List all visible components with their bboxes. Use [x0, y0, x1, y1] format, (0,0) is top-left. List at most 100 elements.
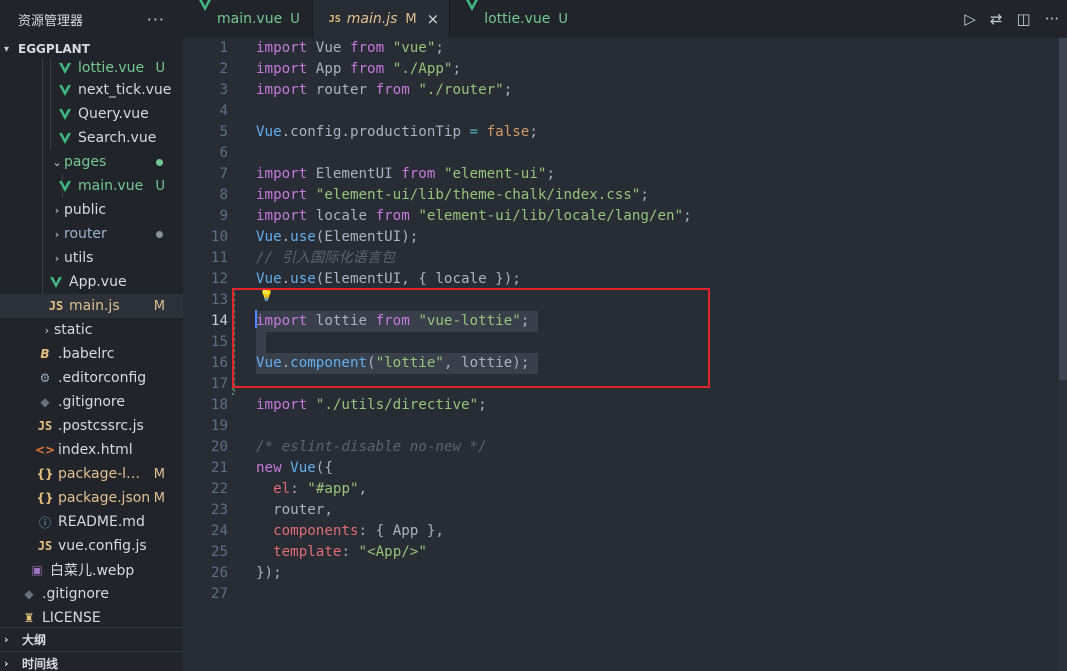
more-actions-button[interactable]: ··· [147, 10, 165, 29]
tree-item-app-vue[interactable]: App.vue [0, 270, 183, 294]
chevron-right-icon: › [54, 203, 60, 217]
vue-file-icon [466, 0, 479, 27]
compare-changes-icon[interactable]: ⇄ [990, 10, 1003, 28]
modified-dot-icon [156, 158, 163, 166]
outline-panel-header[interactable]: › 大纲 [0, 627, 183, 650]
gear-icon: ⚙ [39, 371, 51, 385]
chevron-right-icon: › [44, 323, 50, 337]
chevron-right-icon: › [54, 227, 60, 241]
json-file-icon: {} [36, 467, 54, 481]
file-tree: lottie.vue U next_tick.vue Query.vue Sea… [0, 58, 183, 630]
vue-file-icon [56, 84, 74, 96]
tree-item-next-tick-vue[interactable]: next_tick.vue [0, 78, 183, 102]
code-line: 5 Vue.config.productionTip = false; [219, 124, 538, 140]
chevron-right-icon: › [4, 632, 9, 646]
git-icon: ◆ [40, 395, 50, 409]
code-line: 22 el: "#app", [210, 481, 368, 497]
tree-folder-utils[interactable]: › utils [0, 246, 183, 270]
chevron-right-icon: › [54, 251, 60, 265]
tree-item-package-lock-json[interactable]: {} package-loc... M [0, 462, 183, 486]
js-file-icon: JS [37, 539, 53, 553]
vue-file-icon [56, 62, 74, 74]
code-line: 8 import "element-ui/lib/theme-chalk/inde… [219, 187, 649, 203]
babel-icon: B [40, 347, 50, 361]
code-line: 25 template: "<App/>" [210, 544, 427, 560]
tree-item-postcssrc-js[interactable]: JS .postcssrc.js [0, 414, 183, 438]
tree-item-main-js[interactable]: JS main.js M [0, 294, 183, 318]
split-editor-icon[interactable]: ◫ [1017, 10, 1031, 28]
editor-tabs: main.vue U JS main.js M × lottie.vue U ▷… [183, 0, 1067, 38]
js-file-icon: JS [37, 419, 53, 433]
modified-dot-icon [156, 230, 163, 238]
vue-file-icon [56, 180, 74, 192]
code-line: 16 Vue.component("lottie", lottie); [183, 353, 1067, 374]
tree-item-gitignore[interactable]: ◆ .gitignore [0, 390, 183, 414]
tree-item-babelrc[interactable]: B .babelrc [0, 342, 183, 366]
tree-item-lottie-vue[interactable]: lottie.vue U [0, 58, 183, 78]
tree-item-vue-config-js[interactable]: JS vue.config.js [0, 534, 183, 558]
code-line: 7 import ElementUI from "element-ui"; [219, 166, 555, 182]
code-editor[interactable]: 1 import Vue from "vue"; 2 import App from… [183, 38, 1067, 671]
more-actions-icon[interactable]: ··· [1045, 10, 1059, 28]
code-line: 4 [219, 103, 228, 119]
git-added-gutter [232, 290, 235, 395]
chevron-down-icon: ⌄ [52, 155, 62, 169]
project-root-folder[interactable]: ▾ EGGPLANT [0, 38, 183, 60]
tree-item-main-vue[interactable]: main.vue U [0, 174, 183, 198]
tree-item-query-vue[interactable]: Query.vue [0, 102, 183, 126]
tab-lottie-vue[interactable]: lottie.vue U [450, 0, 580, 38]
code-line: 21 new Vue({ [210, 460, 333, 476]
code-line: 20/* eslint-disable no-new */ [210, 439, 487, 455]
tree-folder-public[interactable]: › public [0, 198, 183, 222]
code-line: 18 import "./utils/directive"; [210, 397, 487, 413]
tree-folder-static[interactable]: › static [0, 318, 183, 342]
tree-item-readme-md[interactable]: ⓘ README.md [0, 510, 183, 534]
close-icon[interactable]: × [427, 10, 440, 28]
code-line: 10 Vue.use(ElementUI); [210, 229, 419, 245]
code-line: 24 components: { App }, [210, 523, 444, 539]
code-line: 1 import Vue from "vue"; [219, 40, 444, 56]
run-icon[interactable]: ▷ [964, 10, 976, 28]
code-line: 15 [183, 332, 1067, 353]
code-line: 26}); [210, 565, 282, 581]
vue-file-icon [47, 276, 65, 288]
tree-folder-pages[interactable]: ⌄ pages [0, 150, 183, 174]
code-line: 2 import App from "./App"; [219, 61, 462, 77]
js-file-icon: JS [328, 13, 341, 25]
tree-item-editorconfig[interactable]: ⚙ .editorconfig [0, 366, 183, 390]
git-icon: ◆ [24, 587, 34, 601]
js-file-icon: JS [48, 299, 64, 313]
code-line: 11// 引入国际化语言包 [210, 250, 396, 266]
chevron-right-icon: › [4, 656, 9, 670]
code-line: 17 [210, 376, 228, 392]
timeline-panel-header[interactable]: › 时间线 [0, 651, 183, 671]
tree-item-index-html[interactable]: <> index.html [0, 438, 183, 462]
explorer-sidebar: 资源管理器 ··· ▾ EGGPLANT lottie.vue U next_t… [0, 0, 183, 671]
tree-item-search-vue[interactable]: Search.vue [0, 126, 183, 150]
code-line: 13 [210, 292, 228, 308]
code-line: 27 [210, 586, 228, 602]
explorer-title: 资源管理器 [18, 13, 84, 29]
code-line: 9 import locale from "element-ui/lib/loca… [219, 208, 692, 224]
vue-file-icon [56, 108, 74, 120]
info-icon: ⓘ [38, 515, 51, 530]
lightbulb-icon[interactable]: 💡 [259, 288, 274, 302]
tree-item-root-gitignore[interactable]: ◆ .gitignore [0, 582, 183, 606]
scrollbar-thumb[interactable] [1059, 38, 1067, 380]
editor-actions: ▷ ⇄ ◫ ··· [964, 0, 1059, 38]
license-icon: ♜ [23, 611, 35, 625]
code-line: 19 [210, 418, 228, 434]
explorer-header: 资源管理器 ··· [0, 0, 183, 38]
vue-file-icon [199, 0, 211, 27]
tree-folder-router[interactable]: › router [0, 222, 183, 246]
tab-main-vue[interactable]: main.vue U [183, 0, 313, 38]
vue-file-icon [56, 132, 74, 144]
image-file-icon: ▣ [31, 563, 43, 577]
html-file-icon: <> [34, 443, 56, 457]
chevron-down-icon: ▾ [4, 43, 10, 55]
code-line: 23 router, [210, 502, 333, 518]
tree-item-package-json[interactable]: {} package.json M [0, 486, 183, 510]
tree-item-image-webp[interactable]: ▣ 白菜儿.webp [0, 558, 183, 582]
tab-main-js[interactable]: JS main.js M × [312, 0, 451, 38]
code-line: 12 Vue.use(ElementUI, { locale }); [210, 271, 521, 287]
